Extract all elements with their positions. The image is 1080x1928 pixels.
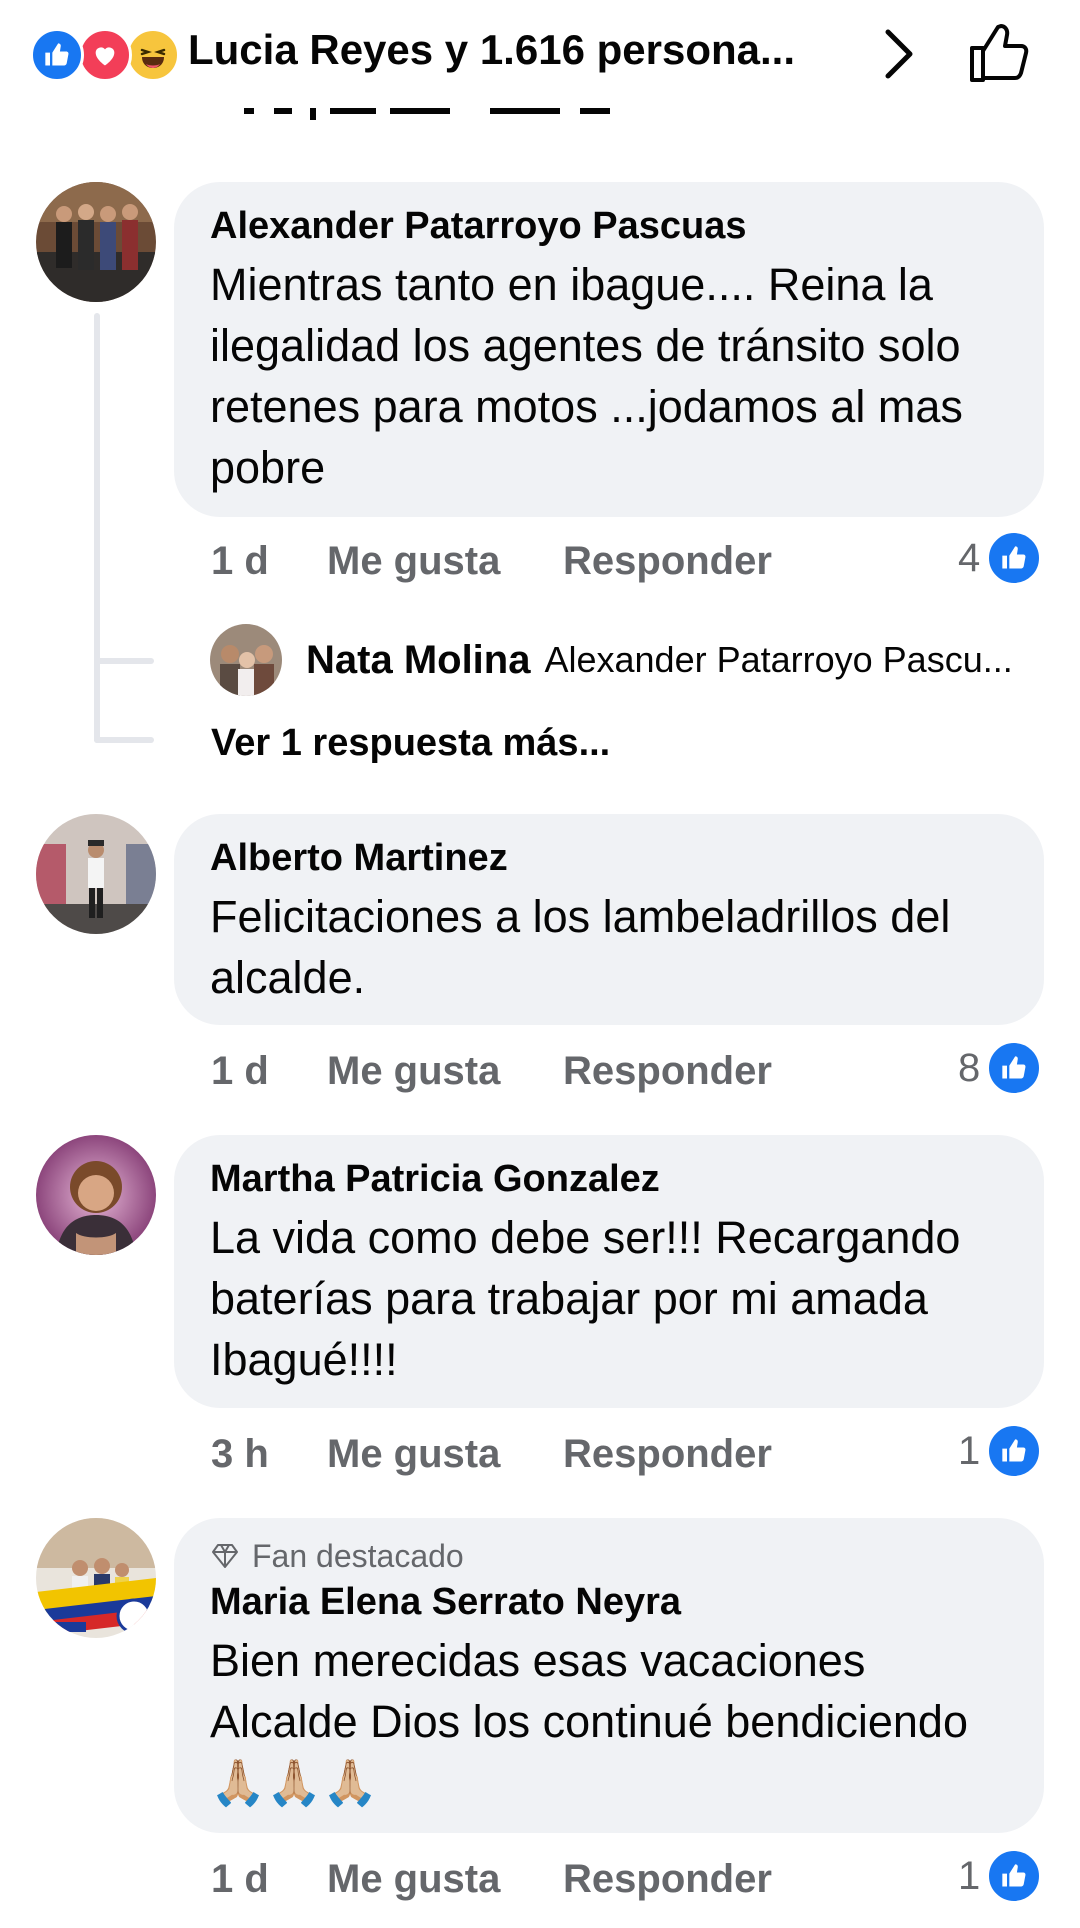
comment-text: Mientras tanto en ibague.... Reina la il… bbox=[210, 259, 963, 493]
reaction-count-number: 1 bbox=[958, 1428, 981, 1473]
reply-thread-line bbox=[94, 313, 100, 743]
thumbs-up-outline-icon[interactable] bbox=[966, 20, 1032, 86]
reaction-count-number: 1 bbox=[958, 1853, 981, 1898]
comment-author[interactable]: Alberto Martinez bbox=[210, 836, 1008, 880]
reply-thread-branch bbox=[94, 737, 154, 743]
like-button[interactable]: Me gusta bbox=[327, 1857, 563, 1902]
reply-button[interactable]: Responder bbox=[563, 1049, 772, 1094]
reply-button[interactable]: Responder bbox=[563, 1432, 772, 1477]
reactions-summary-text[interactable]: Lucia Reyes y 1.616 persona... bbox=[188, 26, 795, 74]
like-button[interactable]: Me gusta bbox=[327, 539, 563, 584]
diamond-icon bbox=[212, 1544, 238, 1568]
avatar[interactable] bbox=[36, 814, 156, 934]
reaction-count-number: 4 bbox=[958, 535, 981, 580]
like-icon bbox=[986, 1848, 1043, 1904]
reply-preview-row[interactable]: Nata Molina Alexander Patarroyo Pascu... bbox=[210, 622, 1013, 698]
comment-actions: 1 d Me gusta Responder bbox=[211, 533, 772, 589]
reply-thread-branch bbox=[94, 658, 154, 664]
comment-bubble[interactable]: Alexander Patarroyo Pascuas Mientras tan… bbox=[174, 182, 1044, 517]
comment-author[interactable]: Martha Patricia Gonzalez bbox=[210, 1157, 1008, 1201]
reaction-icons bbox=[30, 28, 180, 82]
comment-text: Bien merecidas esas vacaciones Alcalde D… bbox=[210, 1635, 968, 1808]
reactions-summary-bar[interactable]: Lucia Reyes y 1.616 persona... bbox=[0, 0, 1080, 120]
reaction-count[interactable]: 1 bbox=[958, 1423, 1043, 1479]
comment-time[interactable]: 1 d bbox=[211, 1857, 327, 1902]
like-button[interactable]: Me gusta bbox=[327, 1049, 563, 1094]
comment-actions: 1 d Me gusta Responder bbox=[211, 1043, 772, 1099]
like-icon bbox=[986, 1423, 1043, 1479]
reaction-count[interactable]: 1 bbox=[958, 1848, 1043, 1904]
chevron-right-icon[interactable] bbox=[880, 26, 920, 82]
comment-time[interactable]: 1 d bbox=[211, 539, 327, 584]
reaction-count-number: 8 bbox=[958, 1045, 981, 1090]
comment-bubble[interactable]: Alberto Martinez Felicitaciones a los la… bbox=[174, 814, 1044, 1025]
like-icon bbox=[986, 1040, 1043, 1096]
cut-off-text-fragment bbox=[230, 104, 650, 120]
comment-bubble[interactable]: Fan destacado Maria Elena Serrato Neyra … bbox=[174, 1518, 1044, 1833]
comment-text: La vida como debe ser!!! Recargando bate… bbox=[210, 1212, 961, 1385]
avatar[interactable] bbox=[36, 182, 156, 302]
comment-time[interactable]: 3 h bbox=[211, 1432, 327, 1477]
comment-author[interactable]: Maria Elena Serrato Neyra bbox=[210, 1580, 1008, 1624]
view-more-replies-link[interactable]: Ver 1 respuesta más... bbox=[211, 722, 610, 765]
top-fan-badge-label: Fan destacado bbox=[252, 1538, 464, 1574]
reaction-count[interactable]: 4 bbox=[958, 530, 1043, 586]
love-icon bbox=[78, 28, 132, 82]
haha-icon bbox=[126, 28, 180, 82]
comment-time[interactable]: 1 d bbox=[211, 1049, 327, 1094]
reply-preview-text: Alexander Patarroyo Pascu... bbox=[544, 639, 1013, 680]
like-icon bbox=[986, 530, 1043, 586]
top-fan-badge: Fan destacado bbox=[210, 1536, 1008, 1576]
avatar[interactable] bbox=[36, 1518, 156, 1638]
avatar[interactable] bbox=[210, 624, 282, 696]
comment-author[interactable]: Alexander Patarroyo Pascuas bbox=[210, 204, 1008, 248]
like-button[interactable]: Me gusta bbox=[327, 1432, 563, 1477]
reply-button[interactable]: Responder bbox=[563, 1857, 772, 1902]
comment-bubble[interactable]: Martha Patricia Gonzalez La vida como de… bbox=[174, 1135, 1044, 1408]
like-icon bbox=[30, 28, 84, 82]
reaction-count[interactable]: 8 bbox=[958, 1040, 1043, 1096]
reply-author[interactable]: Nata Molina bbox=[306, 638, 530, 683]
comment-actions: 1 d Me gusta Responder bbox=[211, 1851, 772, 1907]
comment-actions: 3 h Me gusta Responder bbox=[211, 1426, 772, 1482]
reply-button[interactable]: Responder bbox=[563, 539, 772, 584]
avatar[interactable] bbox=[36, 1135, 156, 1255]
comment-text: Felicitaciones a los lambeladrillos del … bbox=[210, 891, 951, 1003]
